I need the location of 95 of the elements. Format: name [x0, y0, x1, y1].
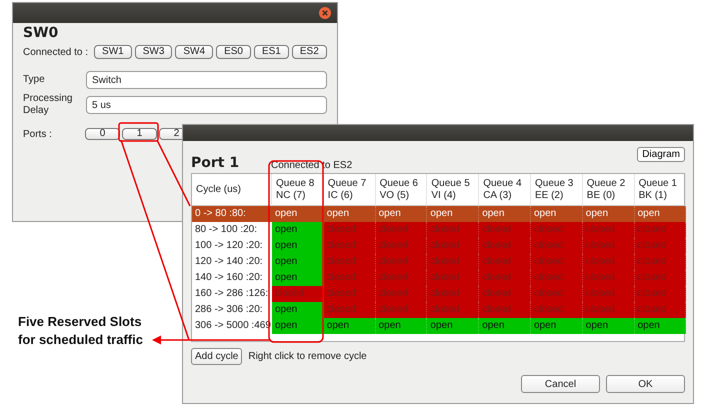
port-title: Port 1 [191, 155, 240, 171]
table-cell: closed [634, 254, 686, 270]
table-cell: closed [634, 286, 686, 302]
table-cell: open [272, 302, 324, 318]
table-cell: closed [530, 270, 583, 286]
table-cell: open [479, 318, 531, 334]
cycle-cell[interactable]: 100 -> 120 :20: [192, 238, 272, 254]
node-title: SW0 [23, 25, 60, 41]
cycle-cell[interactable]: 140 -> 160 :20: [192, 270, 272, 286]
table-cell: closed [324, 222, 376, 238]
table-cell: closed [582, 254, 635, 270]
table-cell: open [272, 206, 324, 222]
table-cell: closed [582, 238, 635, 254]
table-cell: open [376, 318, 428, 334]
table-cell: closed [324, 302, 376, 318]
table-cell: closed [530, 302, 583, 318]
table-cell: closed [582, 302, 635, 318]
table-cell: closed [324, 270, 376, 286]
table-cell: closed [427, 270, 480, 286]
table-cell: closed [324, 254, 376, 270]
table-cell: open [427, 318, 480, 334]
table-cell: open [530, 318, 583, 334]
table-cell: closed [479, 286, 531, 302]
table-cell: closed [479, 222, 531, 238]
port-button[interactable]: 1 [122, 128, 157, 140]
ports-label: Ports : [23, 128, 53, 140]
table-cell: open [582, 318, 635, 334]
table-cell: open [272, 270, 324, 286]
table-cell: closed [376, 270, 428, 286]
highlight-frame [118, 122, 159, 142]
table-cell: open [324, 206, 376, 222]
table-cell: closed [376, 222, 428, 238]
table-cell: closed [427, 222, 480, 238]
diagram-button[interactable]: Diagram [637, 147, 685, 162]
connection-button[interactable]: ES0 [216, 45, 251, 59]
table-cell: closed [427, 254, 480, 270]
table-cell: closed [530, 222, 583, 238]
add-cycle-button[interactable]: Add cycle [191, 348, 242, 365]
table-cell: closed [582, 270, 635, 286]
table-cell: closed [376, 302, 428, 318]
table-cell: closed [530, 254, 583, 270]
input-field[interactable]: 5 us [86, 96, 327, 114]
connection-button[interactable]: ES2 [292, 45, 327, 59]
table-cell: closed [582, 222, 635, 238]
close-icon[interactable] [319, 7, 331, 19]
connection-button[interactable]: ES1 [254, 45, 289, 59]
table-cell: closed [324, 286, 376, 302]
table-cell: open [324, 318, 376, 334]
hint-text: Right click to remove cycle [248, 351, 367, 362]
annotation-text: Five Reserved Slots for scheduled traffic [18, 313, 144, 349]
connection-button[interactable]: SW1 [94, 45, 132, 59]
table-cell: open [634, 206, 686, 222]
table-cell: closed [634, 270, 686, 286]
table-cell: open [272, 318, 324, 334]
table-cell: closed [479, 302, 531, 318]
table-cell: closed [530, 238, 583, 254]
table-cell: open [634, 318, 686, 334]
connected-label: Connected to : [23, 46, 88, 58]
table-cell: closed [530, 286, 583, 302]
field-label: Type [23, 74, 46, 86]
table-cell: open [427, 206, 480, 222]
field-label: Processing Delay [23, 93, 74, 117]
table-cell: closed [427, 286, 480, 302]
table-cell: open [272, 238, 324, 254]
table-cell: open [376, 206, 428, 222]
table-cell: closed [427, 302, 480, 318]
table-cell: closed [479, 254, 531, 270]
table-cell: open [272, 254, 324, 270]
cycle-cell[interactable]: 286 -> 306 :20: [192, 302, 272, 318]
table-cell: closed [376, 238, 428, 254]
table-cell: open [530, 206, 583, 222]
cycle-cell[interactable]: 80 -> 100 :20: [192, 222, 272, 238]
cycle-cell[interactable]: 160 -> 286 :126: [192, 286, 272, 302]
table-cell: closed [376, 286, 428, 302]
table-cell: closed [582, 286, 635, 302]
table-cell: closed [634, 238, 686, 254]
input-field[interactable]: Switch [86, 71, 327, 89]
table-cell: open [272, 222, 324, 238]
connection-button[interactable]: SW3 [134, 45, 172, 59]
table-cell: closed [324, 238, 376, 254]
dialog-button[interactable]: OK [606, 375, 685, 393]
table-cell: closed [479, 270, 531, 286]
table-cell: open [479, 206, 531, 222]
connection-button[interactable]: SW4 [175, 45, 214, 59]
table-cell: open [582, 206, 635, 222]
table-cell: closed [634, 302, 686, 318]
table-cell: closed [272, 286, 324, 302]
dialog-button[interactable]: Cancel [521, 375, 600, 393]
table-cell: closed [427, 238, 480, 254]
table-cell: closed [376, 254, 428, 270]
cycle-cell[interactable]: 120 -> 140 :20: [192, 254, 272, 270]
table-cell: closed [634, 222, 686, 238]
port-button[interactable]: 0 [85, 128, 120, 140]
table-cell: closed [479, 238, 531, 254]
cycle-cell[interactable]: 0 -> 80 :80: [192, 206, 272, 222]
